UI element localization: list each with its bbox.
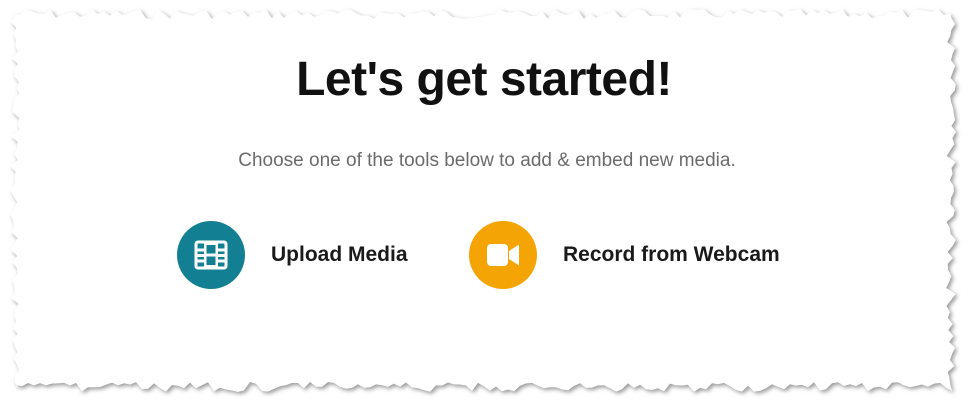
video-camera-icon — [487, 244, 519, 266]
upload-media-label[interactable]: Upload Media — [271, 243, 408, 267]
page-subtitle: Choose one of the tools below to add & e… — [238, 150, 736, 171]
upload-media-button[interactable]: Upload Media — [177, 221, 408, 289]
upload-media-circle[interactable] — [177, 221, 245, 289]
film-icon — [194, 240, 228, 270]
record-webcam-button[interactable]: Record from Webcam — [469, 221, 780, 289]
record-webcam-circle[interactable] — [469, 221, 537, 289]
screenshot-stage: Let's get started! Choose one of the too… — [0, 0, 968, 403]
page-title: Let's get started! — [296, 53, 672, 106]
record-webcam-label[interactable]: Record from Webcam — [563, 243, 780, 267]
